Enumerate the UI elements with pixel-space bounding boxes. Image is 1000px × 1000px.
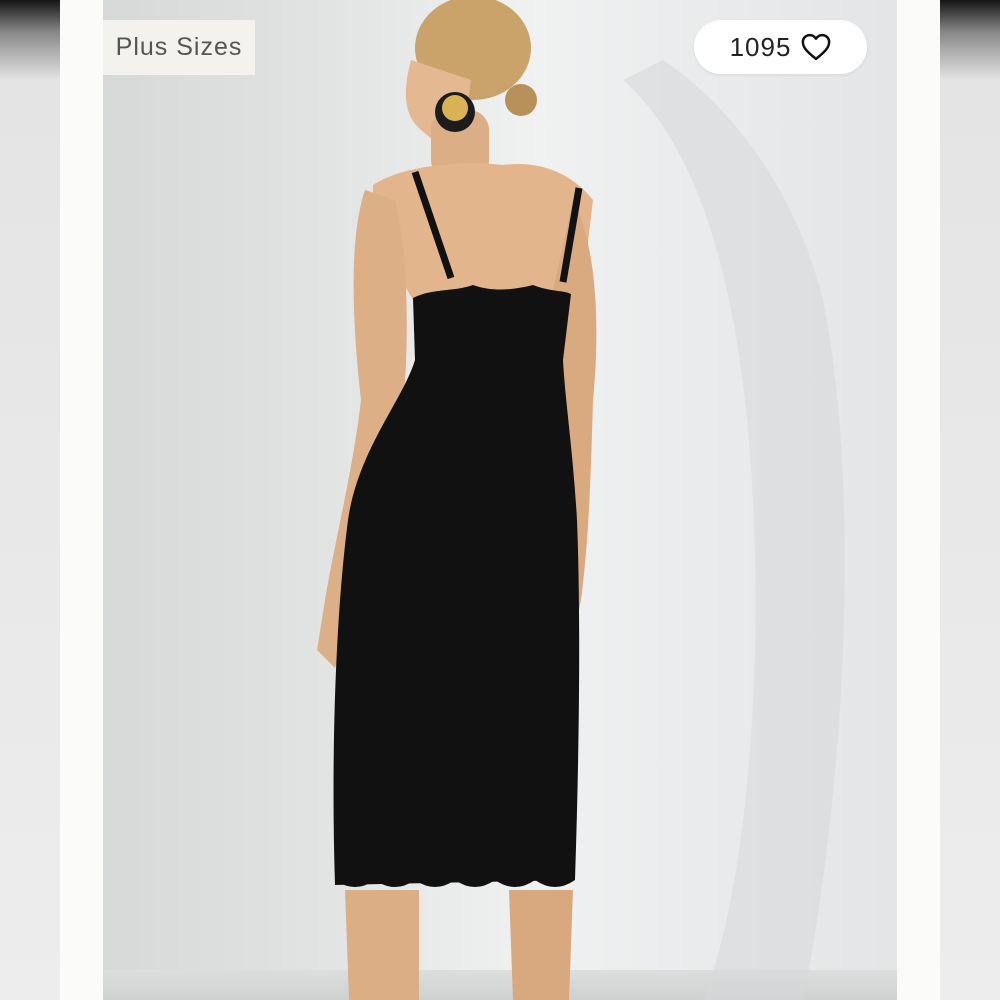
like-count: 1095 bbox=[729, 31, 792, 62]
heart-outline-icon bbox=[801, 33, 831, 61]
plus-sizes-label: Plus Sizes bbox=[115, 33, 243, 61]
image-border-right bbox=[897, 0, 940, 1000]
like-button[interactable]: 1095 bbox=[694, 20, 867, 74]
product-photo[interactable] bbox=[103, 0, 897, 1000]
image-border-left bbox=[60, 0, 103, 1000]
blurred-background-left bbox=[0, 0, 60, 1000]
blurred-background-right bbox=[940, 0, 1000, 1000]
model-illustration bbox=[317, 0, 845, 1000]
listing-image-viewer: Plus Sizes 1095 bbox=[0, 0, 1000, 1000]
plus-sizes-badge: Plus Sizes bbox=[103, 20, 255, 75]
